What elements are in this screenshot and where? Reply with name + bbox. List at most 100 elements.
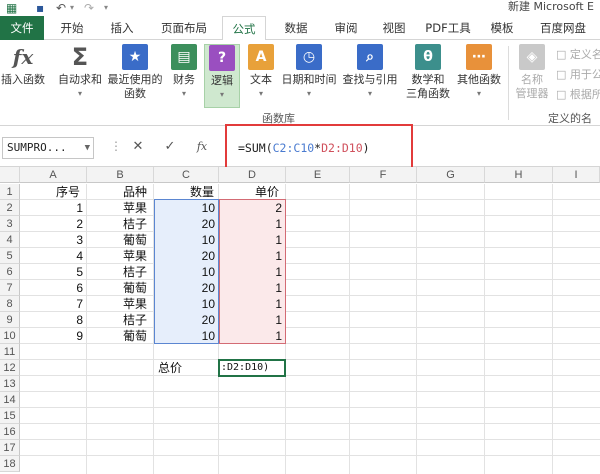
tab-pdf-tools[interactable]: PDF工具 xyxy=(420,16,476,40)
cell-c1[interactable]: 数量 xyxy=(154,184,219,200)
table-cell[interactable]: 7 xyxy=(20,296,87,312)
table-cell[interactable]: 20 xyxy=(154,216,219,232)
define-name-button[interactable]: □ 定义名 xyxy=(556,46,600,62)
logical-button[interactable]: ? 逻辑 ▾ xyxy=(204,44,240,108)
row-header-18[interactable]: 18 xyxy=(0,456,20,472)
table-cell[interactable]: 苹果 xyxy=(87,200,154,216)
insert-function-icon[interactable]: fx xyxy=(192,137,212,157)
column-header-h[interactable]: H xyxy=(485,167,553,183)
cell-d1[interactable]: 单价 xyxy=(219,184,286,200)
table-cell[interactable]: 1 xyxy=(219,248,286,264)
tab-page-layout[interactable]: 页面布局 xyxy=(152,16,216,40)
row-header-11[interactable]: 11 xyxy=(0,344,20,360)
column-header-f[interactable]: F xyxy=(350,167,417,183)
undo-dropdown-icon[interactable]: ▾ xyxy=(70,0,80,16)
table-cell[interactable]: 葡萄 xyxy=(87,232,154,248)
row-header-13[interactable]: 13 xyxy=(0,376,20,392)
table-cell[interactable]: 桔子 xyxy=(87,312,154,328)
financial-button[interactable]: ▤ 财务 ▾ xyxy=(166,44,202,108)
table-cell[interactable]: 1 xyxy=(219,328,286,344)
cell-c12[interactable]: 总价 xyxy=(154,360,219,376)
worksheet-grid[interactable]: A B C D E F G H I 1 2 3 4 5 6 7 8 9 10 1… xyxy=(0,167,600,474)
table-cell[interactable]: 1 xyxy=(219,216,286,232)
select-all-corner[interactable] xyxy=(0,167,20,183)
row-header-5[interactable]: 5 xyxy=(0,248,20,264)
name-box[interactable]: SUMPRO... ▼ xyxy=(2,137,94,159)
table-cell[interactable]: 10 xyxy=(154,232,219,248)
create-from-selection-button[interactable]: □ 根据所 xyxy=(556,86,600,102)
table-cell[interactable]: 2 xyxy=(20,216,87,232)
tab-templates[interactable]: 模板 xyxy=(482,16,522,40)
lookup-button[interactable]: ⌕ 查找与引用 ▾ xyxy=(340,44,400,108)
row-header-6[interactable]: 6 xyxy=(0,264,20,280)
row-header-8[interactable]: 8 xyxy=(0,296,20,312)
tab-baidu-netdisk[interactable]: 百度网盘 xyxy=(528,16,598,40)
row-header-4[interactable]: 4 xyxy=(0,232,20,248)
table-cell[interactable]: 1 xyxy=(219,232,286,248)
row-header-3[interactable]: 3 xyxy=(0,216,20,232)
table-cell[interactable]: 桔子 xyxy=(87,264,154,280)
save-icon[interactable]: ▪ xyxy=(36,0,50,16)
table-cell[interactable]: 葡萄 xyxy=(87,280,154,296)
tab-data[interactable]: 数据 xyxy=(276,16,316,40)
row-header-12[interactable]: 12 xyxy=(0,360,20,376)
table-cell[interactable]: 2 xyxy=(219,200,286,216)
column-header-a[interactable]: A xyxy=(20,167,87,183)
row-header-17[interactable]: 17 xyxy=(0,440,20,456)
cancel-icon[interactable]: ✕ xyxy=(128,137,148,157)
cell-b1[interactable]: 品种 xyxy=(87,184,154,200)
table-cell[interactable]: 3 xyxy=(20,232,87,248)
recently-used-button[interactable]: ★ 最近使用的 函数 xyxy=(106,44,164,108)
column-header-g[interactable]: G xyxy=(417,167,485,183)
math-trig-button[interactable]: θ 数学和 三角函数 xyxy=(404,44,452,108)
table-cell[interactable]: 6 xyxy=(20,280,87,296)
table-cell[interactable]: 4 xyxy=(20,248,87,264)
tab-file[interactable]: 文件 xyxy=(0,16,44,40)
datetime-button[interactable]: ◷ 日期和时间 ▾ xyxy=(280,44,338,108)
table-cell[interactable]: 1 xyxy=(219,280,286,296)
tab-insert[interactable]: 插入 xyxy=(102,16,142,40)
table-cell[interactable]: 10 xyxy=(154,200,219,216)
row-header-16[interactable]: 16 xyxy=(0,424,20,440)
column-header-c[interactable]: C xyxy=(154,167,219,183)
table-cell[interactable]: 5 xyxy=(20,264,87,280)
table-cell[interactable]: 1 xyxy=(219,312,286,328)
tab-review[interactable]: 审阅 xyxy=(326,16,366,40)
column-header-e[interactable]: E xyxy=(286,167,350,183)
tab-home[interactable]: 开始 xyxy=(52,16,92,40)
table-cell[interactable]: 1 xyxy=(219,296,286,312)
table-cell[interactable]: 20 xyxy=(154,312,219,328)
table-cell[interactable]: 苹果 xyxy=(87,248,154,264)
customize-toolbar-icon[interactable]: ▾ xyxy=(104,0,114,16)
row-header-15[interactable]: 15 xyxy=(0,408,20,424)
table-cell[interactable]: 苹果 xyxy=(87,296,154,312)
column-header-i[interactable]: I xyxy=(553,167,600,183)
row-header-14[interactable]: 14 xyxy=(0,392,20,408)
cell-a1[interactable]: 序号 xyxy=(20,184,87,200)
insert-function-button[interactable]: fx 插入函数 xyxy=(0,44,46,108)
column-header-b[interactable]: B xyxy=(87,167,154,183)
table-cell[interactable]: 10 xyxy=(154,296,219,312)
active-cell-d12[interactable]: :D2:D10) xyxy=(218,359,286,377)
tab-formulas[interactable]: 公式 xyxy=(222,16,266,41)
table-cell[interactable]: 葡萄 xyxy=(87,328,154,344)
redo-icon[interactable]: ↷ xyxy=(84,0,98,16)
row-header-10[interactable]: 10 xyxy=(0,328,20,344)
table-cell[interactable]: 1 xyxy=(219,264,286,280)
table-cell[interactable]: 20 xyxy=(154,280,219,296)
row-header-9[interactable]: 9 xyxy=(0,312,20,328)
column-header-d[interactable]: D xyxy=(219,167,286,183)
tab-view[interactable]: 视图 xyxy=(374,16,414,40)
autosum-button[interactable]: Σ 自动求和 ▾ xyxy=(56,44,104,108)
table-cell[interactable]: 10 xyxy=(154,328,219,344)
use-in-formula-button[interactable]: □ 用于公 xyxy=(556,66,600,82)
table-cell[interactable]: 20 xyxy=(154,248,219,264)
more-functions-button[interactable]: ⋯ 其他函数 ▾ xyxy=(454,44,504,108)
table-cell[interactable]: 10 xyxy=(154,264,219,280)
table-cell[interactable]: 桔子 xyxy=(87,216,154,232)
table-cell[interactable]: 8 xyxy=(20,312,87,328)
table-cell[interactable]: 1 xyxy=(20,200,87,216)
row-header-2[interactable]: 2 xyxy=(0,200,20,216)
undo-icon[interactable]: ↶ xyxy=(56,0,70,16)
name-box-dropdown-icon[interactable]: ▼ xyxy=(85,138,90,158)
